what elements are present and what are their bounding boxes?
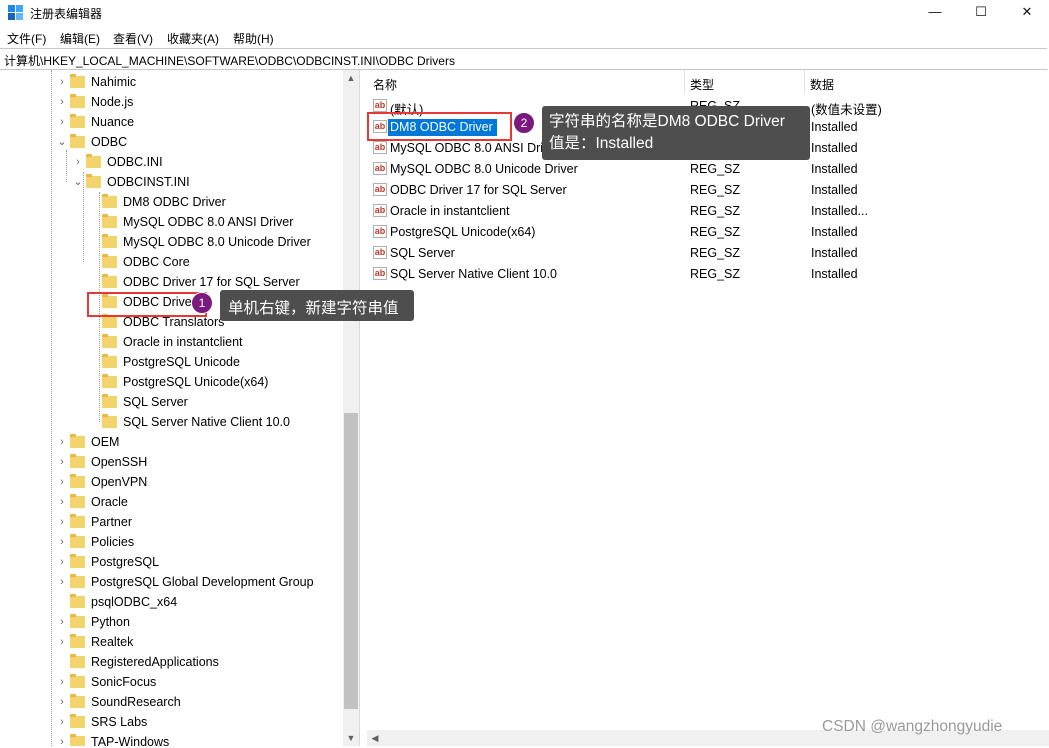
highlight-box-dm8 [367, 112, 512, 141]
scroll-left-arrow-icon[interactable]: ◀ [367, 730, 383, 746]
scroll-down-arrow-icon[interactable]: ▼ [343, 730, 359, 746]
close-button[interactable]: ✕ [1004, 0, 1049, 26]
string-value-icon: ab [373, 267, 387, 280]
tree-item[interactable]: ODBC Core [0, 252, 340, 272]
tree-item[interactable]: PostgreSQL Unicode [0, 352, 340, 372]
menu-file[interactable]: 文件(F) [7, 30, 46, 47]
string-value-icon: ab [373, 141, 387, 154]
window-title: 注册表编辑器 [30, 7, 103, 21]
list-row[interactable]: ab PostgreSQL Unicode(x64) REG_SZ Instal… [367, 222, 1049, 243]
address-path[interactable]: 计算机\HKEY_LOCAL_MACHINE\SOFTWARE\ODBC\ODB… [4, 52, 455, 69]
tree-item[interactable]: › Nahimic [0, 72, 340, 92]
callout-step1-text: 单机右键，新建字符串值 [228, 300, 399, 317]
menu-bar: 文件(F) 编辑(E) 查看(V) 收藏夹(A) 帮助(H) [0, 27, 1049, 47]
callout-step1: 单机右键，新建字符串值 [220, 290, 414, 321]
string-value-icon: ab [373, 162, 387, 175]
tree-item[interactable]: › Python [0, 612, 340, 632]
tree-item[interactable]: ODBC Driver 17 for SQL Server [0, 272, 340, 292]
column-header-type[interactable]: 类型 [690, 76, 714, 93]
chevron-down-icon[interactable]: ⌄ [56, 132, 68, 152]
list-row[interactable]: ab SQL Server Native Client 10.0 REG_SZ … [367, 264, 1049, 285]
value-list: 名称 类型 数据 ab (默认) REG_SZ (数值未设置) ab DM8 O… [367, 70, 1049, 746]
highlight-box-odbc-drivers [87, 292, 207, 317]
tree-item[interactable]: › SonicFocus [0, 672, 340, 692]
tree-item[interactable]: SQL Server Native Client 10.0 [0, 412, 340, 432]
tree-item[interactable]: DM8 ODBC Driver [0, 192, 340, 212]
step-badge-2: 2 [513, 112, 535, 134]
tree-item[interactable]: › TAP-Windows [0, 732, 340, 746]
list-row[interactable]: ab Oracle in instantclient REG_SZ Instal… [367, 201, 1049, 222]
tree-item[interactable]: SQL Server [0, 392, 340, 412]
column-header-data[interactable]: 数据 [810, 76, 834, 93]
string-value-icon: ab [373, 246, 387, 259]
string-value-icon: ab [373, 225, 387, 238]
tree-item[interactable]: › SRS Labs [0, 712, 340, 732]
key-tree: › Nahimic › Node.js › Nuance ⌄ ODBC › OD… [0, 70, 360, 746]
tree-item[interactable]: Oracle in instantclient [0, 332, 340, 352]
chevron-down-icon[interactable]: ⌄ [72, 172, 84, 192]
menu-edit[interactable]: 编辑(E) [60, 30, 100, 47]
tree-item-odbcinst-ini[interactable]: ⌄ ODBCINST.INI [0, 172, 340, 192]
string-value-icon: ab [373, 99, 387, 112]
menu-help[interactable]: 帮助(H) [233, 30, 274, 47]
string-value-icon: ab [373, 204, 387, 217]
column-header-name[interactable]: 名称 [373, 76, 397, 93]
string-value-icon: ab [373, 183, 387, 196]
menu-view[interactable]: 查看(V) [113, 30, 153, 47]
tree-item[interactable]: › Partner [0, 512, 340, 532]
tree-item[interactable]: › OpenVPN [0, 472, 340, 492]
menu-favorites[interactable]: 收藏夹(A) [167, 30, 219, 47]
tree-item[interactable]: › Nuance [0, 112, 340, 132]
title-bar: 注册表编辑器 — ☐ ✕ [0, 0, 1049, 26]
tree-item[interactable]: › OpenSSH [0, 452, 340, 472]
tree-item[interactable]: MySQL ODBC 8.0 ANSI Driver [0, 212, 340, 232]
list-row[interactable]: ab ODBC Driver 17 for SQL Server REG_SZ … [367, 180, 1049, 201]
scroll-up-arrow-icon[interactable]: ▲ [343, 70, 359, 86]
tree-item-odbc-ini[interactable]: › ODBC.INI [0, 152, 340, 172]
address-bar[interactable]: 计算机\HKEY_LOCAL_MACHINE\SOFTWARE\ODBC\ODB… [0, 48, 1047, 70]
regedit-icon [8, 5, 24, 21]
list-row[interactable]: ab MySQL ODBC 8.0 Unicode Driver REG_SZ … [367, 159, 1049, 180]
tree-item[interactable]: › Realtek [0, 632, 340, 652]
tree-item-odbc[interactable]: ⌄ ODBC [0, 132, 340, 152]
watermark: CSDN @wangzhongyudie [822, 718, 1003, 735]
tree-item[interactable]: › Oracle [0, 492, 340, 512]
minimize-button[interactable]: — [912, 0, 958, 26]
tree-item[interactable]: PostgreSQL Unicode(x64) [0, 372, 340, 392]
list-row[interactable]: ab SQL Server REG_SZ Installed [367, 243, 1049, 264]
tree-item[interactable]: RegisteredApplications [0, 652, 340, 672]
callout-step2-line1: 字符串的名称是DM8 ODBC Driver [549, 113, 785, 130]
tree-item[interactable]: psqlODBC_x64 [0, 592, 340, 612]
tree-item[interactable]: › Policies [0, 532, 340, 552]
tree-item[interactable]: › PostgreSQL [0, 552, 340, 572]
tree-item[interactable]: MySQL ODBC 8.0 Unicode Driver [0, 232, 340, 252]
tree-scrollbar-thumb[interactable] [344, 413, 358, 709]
tree-item[interactable]: › Node.js [0, 92, 340, 112]
callout-step2-line2: 值是：Installed [549, 135, 654, 152]
list-header: 名称 类型 数据 [367, 70, 1049, 94]
tree-item[interactable]: › PostgreSQL Global Development Group [0, 572, 340, 592]
tree-item[interactable]: › SoundResearch [0, 692, 340, 712]
tree-item[interactable]: › OEM [0, 432, 340, 452]
maximize-button[interactable]: ☐ [958, 0, 1004, 26]
callout-step2: 字符串的名称是DM8 ODBC Driver 值是：Installed [542, 106, 810, 160]
step-badge-1: 1 [191, 292, 213, 314]
